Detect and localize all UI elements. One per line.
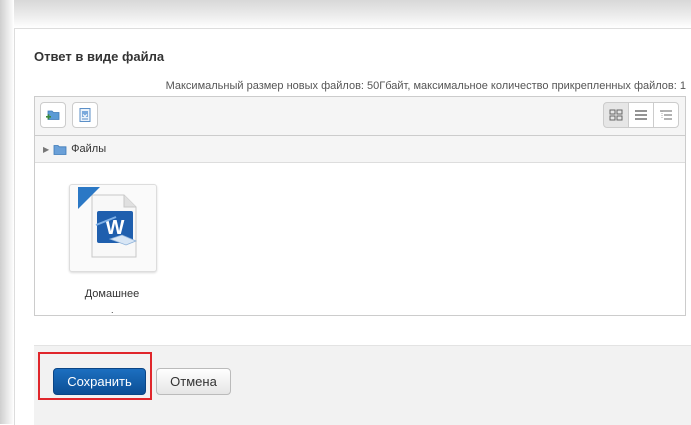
file-list: W Домашнее .: [35, 163, 685, 315]
breadcrumb-label[interactable]: Файлы: [71, 143, 106, 155]
file-name[interactable]: Домашнее: [57, 288, 167, 300]
list-view-button[interactable]: [628, 102, 654, 128]
add-file-button[interactable]: [40, 102, 66, 128]
folder-icon: [53, 144, 67, 155]
highlight-frame: [38, 352, 152, 400]
upload-limits-text: Максимальный размер новых файлов: 50Гбай…: [165, 80, 686, 92]
list-view-icon: [635, 110, 647, 120]
breadcrumb: ▶ Файлы: [35, 136, 685, 163]
file-name-continued: .: [111, 305, 114, 315]
tree-view-icon: [660, 110, 672, 120]
top-shadow: [0, 0, 691, 28]
folder-add-icon: [46, 110, 60, 120]
download-icon: [79, 108, 91, 122]
grid-view-icon: [609, 109, 623, 121]
cancel-button[interactable]: Отмена: [156, 368, 231, 395]
expand-arrow-icon[interactable]: ▶: [43, 145, 49, 154]
file-manager: ▶ Файлы W Домашнее .: [34, 96, 686, 316]
file-item[interactable]: W: [69, 184, 157, 272]
download-button[interactable]: [72, 102, 98, 128]
view-switcher: [603, 102, 679, 128]
tree-view-button[interactable]: [653, 102, 679, 128]
left-shadow: [0, 0, 14, 424]
grid-view-button[interactable]: [603, 102, 629, 128]
word-document-icon: W: [78, 187, 138, 258]
file-manager-toolbar: [35, 97, 685, 136]
section-title: Ответ в виде файла: [34, 49, 165, 64]
